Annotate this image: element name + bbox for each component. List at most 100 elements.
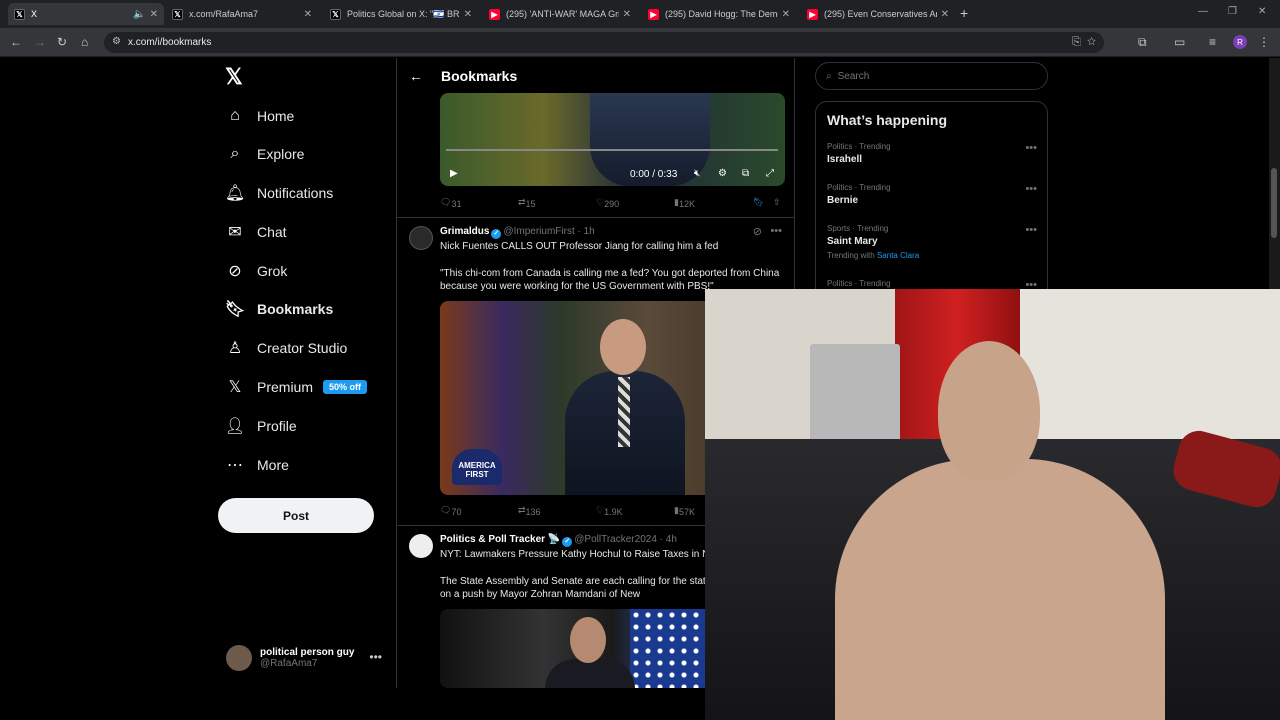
nav-home[interactable]: ⌂ Home	[225, 104, 294, 128]
trend-item[interactable]: Politics · Trending •••	[827, 279, 1037, 291]
view-count: 57K	[678, 507, 695, 517]
scrollbar-thumb[interactable]	[1271, 168, 1277, 238]
author-handle: @ImperiumFirst	[503, 226, 575, 237]
like-button[interactable]: ♡ 290	[596, 197, 619, 209]
nav-bookmarks[interactable]: 🔖︎ Bookmarks	[225, 297, 333, 321]
share-icon[interactable]: ⇧	[773, 197, 781, 208]
minimize-icon[interactable]: —	[1198, 6, 1208, 17]
close-icon[interactable]: ✕	[304, 9, 312, 20]
tab-youtube-3[interactable]: ▶ (295) Even Conservatives Are D ✕	[801, 3, 955, 25]
avatar[interactable]	[409, 226, 433, 250]
speaker-icon[interactable]: 🔈	[133, 9, 145, 20]
grok-icon[interactable]: ⊘	[753, 225, 762, 238]
account-switcher[interactable]: political person guy @RafaAma7 •••	[226, 644, 386, 672]
forward-arrow-icon[interactable]: →	[34, 35, 46, 49]
more-dots-icon[interactable]: •••	[1025, 142, 1037, 154]
new-tab-icon[interactable]: +	[960, 5, 968, 21]
webcam-person-head	[938, 341, 1040, 481]
reading-list-icon[interactable]: ≡	[1209, 35, 1216, 49]
nav-chat[interactable]: ✉ Chat	[225, 220, 286, 244]
webcam-overlay	[705, 289, 1280, 720]
views-button[interactable]: ▮ 12K	[674, 197, 695, 209]
pip-icon[interactable]: ⧉	[742, 168, 749, 179]
search-input[interactable]: ⌕ Search	[815, 62, 1048, 90]
nav-premium[interactable]: 𝕏 Premium 50% off	[225, 375, 368, 399]
avatar	[226, 645, 252, 671]
play-icon[interactable]: ▶	[450, 168, 458, 179]
more-dots-icon[interactable]: •••	[1025, 183, 1037, 195]
youtube-icon: ▶	[489, 8, 500, 20]
x-logo-icon[interactable]: 𝕏	[225, 64, 243, 90]
nav-creator-studio[interactable]: ♙ Creator Studio	[225, 336, 347, 360]
reply-count: 70	[451, 507, 462, 517]
tab-youtube-2[interactable]: ▶ (295) David Hogg: The Democr ✕	[642, 3, 796, 25]
trend-item[interactable]: Politics · Trending Bernie •••	[827, 183, 1037, 206]
mute-icon[interactable]: 🔇︎	[694, 168, 700, 179]
close-icon[interactable]: ✕	[941, 9, 949, 20]
screen-margin	[0, 688, 705, 720]
bell-icon: 🔔︎	[224, 185, 246, 202]
maximize-icon[interactable]: ❐	[1228, 6, 1237, 17]
close-icon[interactable]: ✕	[782, 9, 790, 20]
repost-button[interactable]: ⇄ 136	[518, 505, 541, 517]
page-title: Bookmarks	[441, 67, 518, 84]
nav-label: Premium	[257, 379, 314, 395]
reload-icon[interactable]: ↻	[57, 35, 67, 49]
nav-label: More	[257, 457, 289, 473]
tweet-author[interactable]: Grimaldus ✓ @ImperiumFirst · 1h	[440, 226, 595, 239]
profile-avatar[interactable]: R	[1233, 35, 1247, 49]
author-name: Grimaldus	[440, 226, 490, 237]
tab-profile[interactable]: 𝕏 x.com/RafaAma7 ✕	[166, 3, 318, 25]
nav-label: Explore	[257, 146, 305, 162]
bookmark-icon[interactable]: 🔖︎	[753, 197, 764, 208]
settings-gear-icon[interactable]: ⚙	[718, 168, 727, 179]
views-button[interactable]: ▮ 57K	[674, 505, 695, 517]
window-close-icon[interactable]: ✕	[1258, 6, 1266, 17]
home-icon[interactable]: ⌂	[81, 35, 88, 49]
extensions-icon[interactable]: ⧉	[1138, 35, 1147, 50]
video-progress-bar[interactable]	[446, 149, 778, 151]
account-name: political person guy	[260, 647, 355, 658]
reply-button[interactable]: 🗨︎ 31	[440, 197, 461, 209]
menu-kebab-icon[interactable]: ⋮	[1258, 35, 1270, 49]
nav-notifications[interactable]: 🔔︎ Notifications	[225, 181, 333, 205]
bookmark-star-icon[interactable]: ⎘ ☆	[1072, 36, 1096, 49]
tweet-time: 1h	[583, 226, 595, 237]
sidebar-icon[interactable]: ▭	[1174, 35, 1185, 49]
verified-badge-icon: ✓	[491, 229, 502, 239]
avatar[interactable]	[409, 534, 433, 558]
repost-button[interactable]: ⇄ 15	[518, 197, 536, 209]
tab-politics-global[interactable]: 𝕏 Politics Global on X: "🇮🇱 BREA ✕	[324, 3, 478, 25]
tab-x[interactable]: 𝕏 X 🔈 ✕	[8, 3, 164, 25]
trending-with-label: Trending with	[827, 251, 875, 260]
more-dots-icon[interactable]: •••	[369, 650, 382, 664]
video-player[interactable]: ▶ 0:00 / 0:33 🔇︎ ⚙ ⧉ ⤢	[440, 93, 785, 186]
more-circle-icon: ⋯	[227, 457, 243, 474]
fullscreen-icon[interactable]: ⤢	[766, 168, 774, 179]
nav-profile[interactable]: 👤︎ Profile	[225, 414, 297, 438]
site-info-icon[interactable]: ⚙	[112, 36, 121, 47]
close-icon[interactable]: ✕	[150, 9, 158, 20]
trend-category: Politics · Trending	[827, 183, 891, 192]
trend-item[interactable]: Politics · Trending Israhell •••	[827, 142, 1037, 165]
tab-youtube-1[interactable]: ▶ (295) 'ANTI-WAR' MAGA Grifte ✕	[483, 3, 637, 25]
nav-grok[interactable]: ⊘ Grok	[225, 259, 287, 283]
back-arrow-icon[interactable]: ←	[409, 68, 423, 84]
tweet-author[interactable]: Politics & Poll Tracker 📡 ✓ @PollTracker20…	[440, 534, 677, 547]
more-dots-icon[interactable]: •••	[770, 225, 782, 237]
post-button[interactable]: Post	[218, 498, 374, 533]
url-text: x.com/i/bookmarks	[128, 37, 212, 48]
close-icon[interactable]: ✕	[623, 9, 631, 20]
browser-toolbar: ← → ↻ ⌂ ⚙ x.com/i/bookmarks ⎘ ☆ ⧉ ▭ ≡ ⋮	[0, 28, 1280, 57]
close-icon[interactable]: ✕	[464, 9, 472, 20]
trending-with-link[interactable]: Santa Clara	[877, 251, 919, 260]
nav-more[interactable]: ⋯ More	[225, 453, 289, 477]
like-button[interactable]: ♡ 1.9K	[596, 505, 623, 517]
more-dots-icon[interactable]: •••	[1025, 224, 1037, 236]
trend-item[interactable]: Sports · Trending Saint Mary Trending wi…	[827, 224, 1037, 260]
back-arrow-icon[interactable]: ←	[10, 35, 22, 49]
whats-happening-panel: What’s happening Politics · Trending Isr…	[815, 101, 1048, 311]
address-bar[interactable]: ⚙ x.com/i/bookmarks ⎘ ☆	[104, 32, 1104, 53]
reply-button[interactable]: 🗨︎ 70	[440, 505, 461, 517]
nav-explore[interactable]: ⌕ Explore	[225, 142, 305, 166]
